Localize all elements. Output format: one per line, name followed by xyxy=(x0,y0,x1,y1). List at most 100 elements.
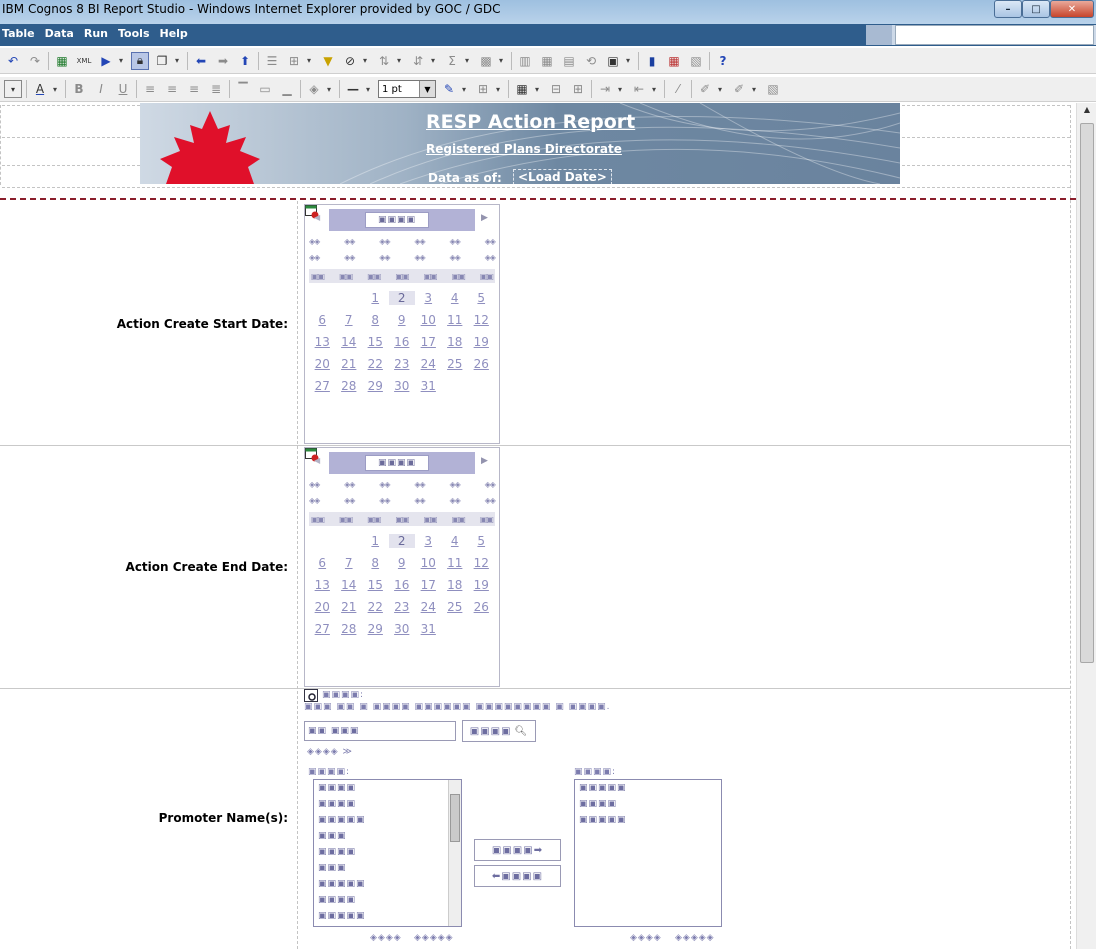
calendar-day[interactable]: 24 xyxy=(415,357,442,371)
pivot-icon[interactable]: ⟲ xyxy=(582,52,600,70)
calendar-day[interactable]: 31 xyxy=(415,622,442,636)
calendar-day[interactable]: 25 xyxy=(442,357,469,371)
results-scrollbar[interactable] xyxy=(448,780,461,926)
search-button[interactable]: ▣▣▣▣ 🔍︎ xyxy=(462,720,536,742)
help-icon[interactable]: ? xyxy=(714,52,732,70)
style-dropdown-icon[interactable]: ▾ xyxy=(752,85,760,94)
line-width-select[interactable]: 1 pt ▼ xyxy=(378,80,436,98)
calendar-day[interactable]: 26 xyxy=(468,357,495,371)
insert-button[interactable]: ▣▣▣▣➡ xyxy=(474,839,561,861)
calendar-day[interactable]: 13 xyxy=(309,335,336,349)
maximize-button[interactable]: □ xyxy=(1022,0,1050,18)
style-icon[interactable]: ✐ xyxy=(730,80,748,98)
calendar-day[interactable]: 8 xyxy=(362,556,389,570)
scrollbar-thumb[interactable] xyxy=(450,794,460,842)
line-icon[interactable]: — xyxy=(344,80,362,98)
result-list-item[interactable]: ▣▣▣▣ xyxy=(314,844,461,860)
result-list-item[interactable]: ▣▣▣▣ xyxy=(314,780,461,796)
calendar-day[interactable]: 18 xyxy=(442,335,469,349)
redo-icon[interactable]: ↷ xyxy=(26,52,44,70)
pen-icon[interactable]: ✎ xyxy=(440,80,458,98)
wand-icon[interactable]: ⁄ xyxy=(669,80,687,98)
calendar-day[interactable]: 6 xyxy=(309,556,336,570)
address-field[interactable] xyxy=(895,25,1094,45)
next-month-icon[interactable]: ▶ xyxy=(481,456,488,466)
calendar-day[interactable]: 6 xyxy=(309,313,336,327)
line-dropdown-icon[interactable]: ▾ xyxy=(366,85,374,94)
month-year-field[interactable]: ▣▣▣▣ xyxy=(365,212,429,228)
chart-icon[interactable]: ▮ xyxy=(643,52,661,70)
sort-desc-icon[interactable]: ⇵ xyxy=(409,52,427,70)
calendar-day[interactable]: 5 xyxy=(468,534,495,548)
calendar-day[interactable]: 2 xyxy=(388,534,415,548)
calendar-day[interactable]: 15 xyxy=(362,578,389,592)
crosstab-icon[interactable]: ▤ xyxy=(560,52,578,70)
menu-run[interactable]: Run xyxy=(84,27,108,40)
calendar-day[interactable]: 22 xyxy=(362,357,389,371)
calendar-day[interactable]: 10 xyxy=(415,313,442,327)
calendar-day[interactable]: 8 xyxy=(362,313,389,327)
excel-icon[interactable]: ▦ xyxy=(53,52,71,70)
calendar-day[interactable]: 9 xyxy=(389,313,416,327)
scrollbar-thumb[interactable] xyxy=(1080,123,1094,663)
up-icon[interactable]: ⬆ xyxy=(236,52,254,70)
calendar-day[interactable]: 28 xyxy=(336,379,363,393)
calendar-day[interactable]: 3 xyxy=(415,534,442,548)
calendar-day[interactable]: 3 xyxy=(415,291,442,305)
calendar-day[interactable]: 1 xyxy=(362,534,389,548)
result-list-item[interactable]: ▣▣▣ xyxy=(314,828,461,844)
minimize-button[interactable]: – xyxy=(994,0,1022,18)
outdent-dropdown-icon[interactable]: ▾ xyxy=(652,85,660,94)
calc-dropdown-icon[interactable]: ▾ xyxy=(499,56,507,65)
calendar-day[interactable]: 29 xyxy=(362,379,389,393)
pen-dropdown-icon[interactable]: ▾ xyxy=(462,85,470,94)
calendar-day[interactable]: 18 xyxy=(442,578,469,592)
result-list-item[interactable]: ▣▣▣▣▣ xyxy=(314,812,461,828)
calendar-day[interactable]: 17 xyxy=(415,335,442,349)
calendar-day[interactable]: 16 xyxy=(389,335,416,349)
menu-table[interactable]: Table xyxy=(2,27,35,40)
calendar-day[interactable]: 13 xyxy=(309,578,336,592)
deselect-all-link-right[interactable]: ◈◈◈◈◈ xyxy=(675,933,715,943)
sum-icon[interactable]: Σ xyxy=(443,52,461,70)
calendar-day[interactable]: 20 xyxy=(309,357,336,371)
calc-icon[interactable]: ▩ xyxy=(477,52,495,70)
scroll-up-icon[interactable]: ▲ xyxy=(1080,105,1094,119)
format-icon[interactable]: ▧ xyxy=(764,80,782,98)
calendar-day[interactable]: 30 xyxy=(389,622,416,636)
cell-top-icon[interactable]: ▔ xyxy=(234,80,252,98)
font-color-dropdown-icon[interactable]: ▾ xyxy=(53,85,61,94)
calendar-day[interactable]: 19 xyxy=(468,578,495,592)
choice-list-item[interactable]: ▣▣▣▣ xyxy=(575,796,721,812)
calendar-day[interactable]: 27 xyxy=(309,379,336,393)
sort-desc-dropdown-icon[interactable]: ▾ xyxy=(431,56,439,65)
lock-icon[interactable]: 🔒︎ xyxy=(131,51,149,70)
outdent-icon[interactable]: ⇤ xyxy=(630,80,648,98)
menu-help[interactable]: Help xyxy=(160,27,188,40)
font-dropdown-icon[interactable]: ▾ xyxy=(4,80,22,98)
result-list-item[interactable]: ▣▣▣▣▣ xyxy=(314,908,461,924)
group-icon[interactable]: ▥ xyxy=(516,52,534,70)
indent-dropdown-icon[interactable]: ▾ xyxy=(618,85,626,94)
calendar-day[interactable]: 12 xyxy=(468,313,495,327)
align-left-icon[interactable]: ≡ xyxy=(141,80,159,98)
suppress-icon[interactable]: ⊘ xyxy=(341,52,359,70)
indent-icon[interactable]: ⇥ xyxy=(596,80,614,98)
cell-bottom-icon[interactable]: ▁ xyxy=(278,80,296,98)
justify-icon[interactable]: ≣ xyxy=(207,80,225,98)
underline-icon[interactable]: U xyxy=(114,80,132,98)
calendar-day[interactable]: 9 xyxy=(389,556,416,570)
calendar-day[interactable]: 30 xyxy=(389,379,416,393)
pick-dropdown-icon[interactable]: ▾ xyxy=(718,85,726,94)
calendar-day[interactable]: 17 xyxy=(415,578,442,592)
run-dropdown-icon[interactable]: ▾ xyxy=(119,56,127,65)
calendar-day[interactable]: 23 xyxy=(389,357,416,371)
calendar-day[interactable]: 4 xyxy=(442,291,469,305)
load-date-field[interactable]: <Load Date> xyxy=(513,169,612,184)
forward-icon[interactable]: ➡ xyxy=(214,52,232,70)
fill-icon[interactable]: ◈ xyxy=(305,80,323,98)
options-link[interactable]: ◈◈◈◈ ≫ xyxy=(307,747,353,757)
tree-icon[interactable]: ⊞ xyxy=(285,52,303,70)
filter-icon[interactable]: ▼ xyxy=(319,52,337,70)
deselect-all-link-left[interactable]: ◈◈◈◈◈ xyxy=(414,933,454,943)
